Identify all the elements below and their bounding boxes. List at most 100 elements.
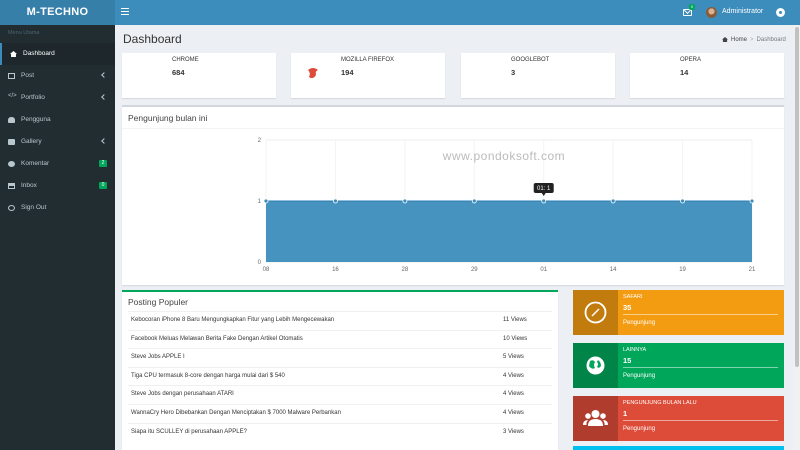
post-views: 4 Views bbox=[503, 410, 524, 416]
info-box-label: MOZILLA FIREFOX bbox=[341, 57, 395, 63]
comment-icon bbox=[8, 161, 15, 167]
table-row[interactable]: Kebocoran iPhone 8 Baru Mengungkapkan Fi… bbox=[128, 311, 552, 330]
sidebar-item-portfolio[interactable]: </> Portfolio bbox=[0, 87, 115, 109]
x-tick-label: 01 bbox=[540, 267, 547, 273]
x-tick-label: 16 bbox=[332, 267, 339, 273]
data-point bbox=[471, 198, 477, 204]
stat-box-last-month: PENGUNJUNG BULAN LALU 1 Pengunjung bbox=[573, 396, 784, 441]
x-tick-label: 19 bbox=[679, 267, 686, 273]
users-icon-box bbox=[573, 396, 618, 441]
post-title-link[interactable]: Facebook Meluas Melawan Berita Fake Deng… bbox=[131, 336, 303, 342]
mail-icon[interactable] bbox=[683, 9, 692, 16]
info-box-googlebot: GOOGLEBOT 3 bbox=[461, 53, 615, 98]
sidebar-item-gallery[interactable]: Gallery bbox=[0, 131, 115, 153]
table-row[interactable]: WannaCry Hero Dibebankan Dengan Mencipta… bbox=[128, 404, 552, 423]
info-box-number: 3 bbox=[511, 68, 516, 77]
info-box-label: GOOGLEBOT bbox=[511, 57, 550, 63]
stat-box-description: Pengunjung bbox=[623, 426, 656, 432]
opera-icon-box bbox=[630, 53, 675, 98]
sidebar-item-label: Post bbox=[21, 72, 35, 79]
info-box-number: 14 bbox=[680, 68, 689, 77]
stat-box-number: 15 bbox=[623, 356, 632, 365]
sidebar-header: Menu Utama bbox=[8, 30, 40, 36]
opera-icon bbox=[644, 65, 661, 86]
post-title-link[interactable]: Tiga CPU termasuk 8-core dengan harga mu… bbox=[131, 373, 285, 379]
inbox-icon bbox=[8, 183, 15, 189]
info-box-label: OPERA bbox=[680, 57, 702, 63]
post-title-link[interactable]: Siapa itu SCULLEY di perusahaan APPLE? bbox=[131, 429, 247, 435]
post-title-link[interactable]: Kebocoran iPhone 8 Baru Mengungkapkan Fi… bbox=[131, 317, 334, 323]
y-tick-label: 2 bbox=[258, 138, 262, 144]
info-box-label: CHROME bbox=[172, 57, 199, 63]
chart-tooltip-text: 01: 1 bbox=[537, 186, 551, 192]
table-row[interactable]: Tiga CPU termasuk 8-core dengan harga mu… bbox=[128, 366, 552, 386]
gear-icon[interactable] bbox=[777, 9, 784, 16]
info-box-number: 194 bbox=[341, 68, 354, 77]
x-tick-label: 08 bbox=[263, 267, 270, 273]
stat-box-label: PENGUNJUNG BULAN LALU bbox=[623, 400, 697, 406]
firefox-icon-box bbox=[291, 53, 336, 98]
x-tick-label: 14 bbox=[610, 267, 617, 273]
post-title-link[interactable]: Steve Jobs APPLE I bbox=[131, 354, 185, 360]
sidebar-toggle-icon[interactable] bbox=[121, 8, 129, 15]
y-tick-label: 1 bbox=[258, 199, 262, 205]
post-views: 4 Views bbox=[503, 372, 524, 379]
sidebar-item-label: Sign Out bbox=[21, 204, 47, 211]
avatar[interactable] bbox=[706, 7, 717, 18]
code-icon: </> bbox=[8, 93, 17, 99]
sidebar-item-inbox[interactable]: Inbox 0 bbox=[0, 175, 115, 197]
chevron-left-icon bbox=[101, 94, 107, 100]
page-title: Dashboard bbox=[123, 32, 182, 46]
post-views: 11 Views bbox=[503, 317, 527, 323]
user-menu[interactable]: Administrator bbox=[722, 8, 763, 15]
table-row[interactable]: Steve Jobs APPLE I 5 Views bbox=[128, 348, 552, 367]
breadcrumb-home[interactable]: Home bbox=[731, 37, 747, 43]
sidebar-item-dashboard[interactable]: Dashboard bbox=[0, 43, 115, 65]
chevron-left-icon bbox=[101, 72, 107, 78]
sidebar-item-komentar[interactable]: Komentar 2 bbox=[0, 153, 115, 175]
inbox-count-badge: 0 bbox=[99, 182, 107, 189]
area-series bbox=[266, 201, 752, 262]
visitor-chart-box: Pengunjung bulan ini 0 1 2 08 16 28 29 01 14 19 21… bbox=[122, 105, 784, 285]
bug-icon bbox=[476, 65, 491, 84]
sidebar-item-sign-out[interactable]: Sign Out bbox=[0, 197, 115, 219]
users-icon bbox=[8, 117, 15, 123]
info-box-firefox: MOZILLA FIREFOX 194 bbox=[291, 53, 445, 98]
data-point bbox=[402, 198, 408, 204]
x-tick-label: 21 bbox=[749, 267, 756, 273]
data-point bbox=[333, 198, 338, 204]
scrollbar-thumb[interactable] bbox=[795, 27, 799, 367]
users-icon bbox=[583, 410, 608, 426]
breadcrumb-separator: > bbox=[750, 37, 754, 43]
sidebar-item-label: Inbox bbox=[21, 182, 37, 189]
data-point bbox=[749, 198, 755, 204]
divider bbox=[623, 314, 778, 315]
sidebar-item-pengguna[interactable]: Pengguna bbox=[0, 109, 115, 131]
post-title-link[interactable]: WannaCry Hero Dibebankan Dengan Mencipta… bbox=[131, 410, 341, 416]
stat-box-description: Pengunjung bbox=[623, 373, 656, 379]
info-box-number: 684 bbox=[172, 68, 185, 77]
visitor-area-chart: 01208 16 28 29 01 14 19 21www.pondoksoft.com01:… bbox=[258, 138, 756, 273]
table-row[interactable]: Steve Jobs dengan perusahaan ATARI 4 View… bbox=[128, 385, 552, 404]
dashboard-icon bbox=[10, 51, 17, 57]
post-title-link[interactable]: Steve Jobs dengan perusahaan ATARI bbox=[131, 391, 234, 397]
power-icon bbox=[8, 205, 15, 211]
popular-posts-box: Posting Populer Kebocoran iPhone 8 Baru … bbox=[122, 290, 558, 450]
stat-box-partial bbox=[573, 446, 784, 450]
post-views: 3 Views bbox=[503, 428, 524, 435]
breadcrumb-current: Dashboard bbox=[756, 37, 786, 43]
table-row[interactable]: Facebook Meluas Melawan Berita Fake Deng… bbox=[128, 329, 552, 349]
home-icon bbox=[722, 37, 728, 42]
globe-icon-box bbox=[573, 343, 618, 388]
divider bbox=[623, 367, 778, 368]
chart-tooltip-arrow bbox=[541, 193, 546, 196]
bug-icon-box bbox=[461, 53, 506, 98]
info-box-chrome: CHROME 684 bbox=[122, 53, 276, 98]
table-row[interactable]: Siapa itu SCULLEY di perusahaan APPLE? 3 … bbox=[128, 422, 552, 442]
data-point bbox=[541, 198, 547, 204]
watermark: www.pondoksoft.com bbox=[442, 149, 565, 163]
logo[interactable]: M-TECHNO bbox=[0, 0, 115, 25]
stat-box-label: LAINNYA bbox=[623, 347, 647, 353]
sidebar-item-post[interactable]: Post bbox=[0, 65, 115, 87]
breadcrumb: Home > Dashboard bbox=[722, 37, 786, 43]
